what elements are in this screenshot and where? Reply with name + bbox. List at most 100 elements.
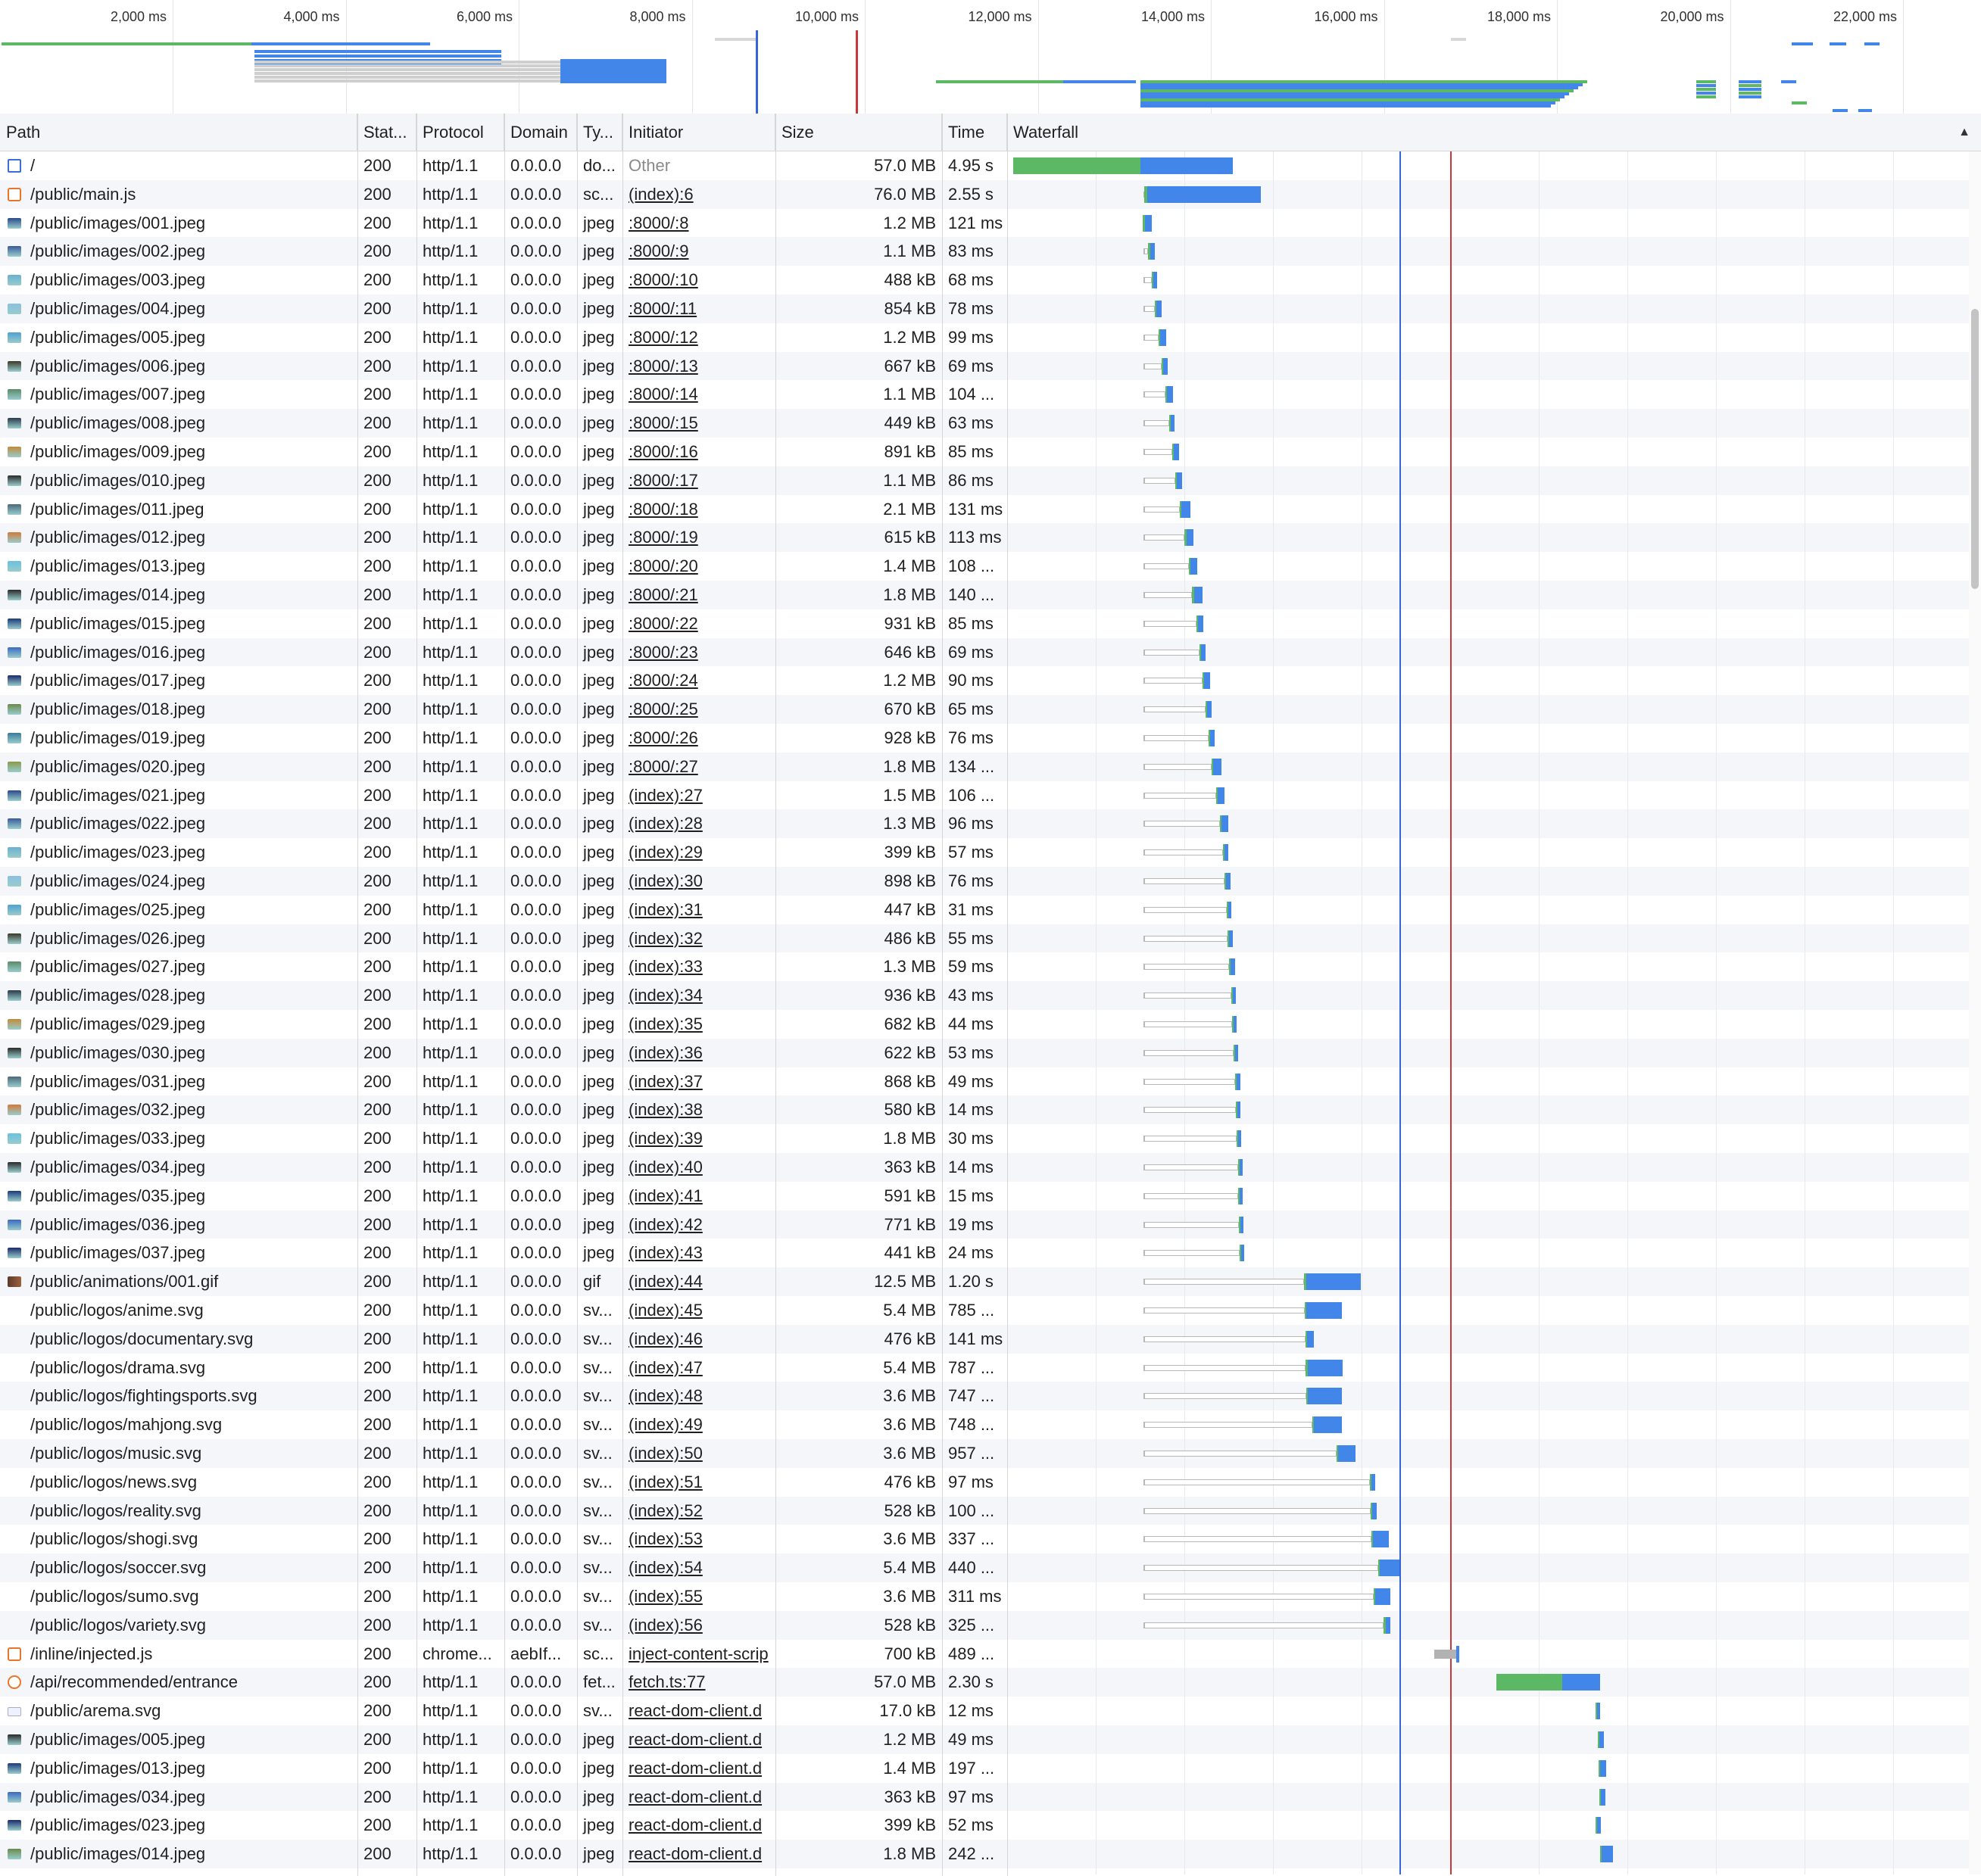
- column-header-time[interactable]: Time: [942, 114, 1007, 151]
- column-divider[interactable]: [577, 114, 578, 1876]
- cell-path: /public/logos/fightingsports.svg: [30, 1386, 257, 1406]
- cell-initiator[interactable]: (index):35: [622, 1010, 775, 1039]
- cell-initiator[interactable]: :8000/:23: [622, 638, 775, 667]
- column-header-waterfall[interactable]: Waterfall: [1007, 114, 1981, 151]
- cell-initiator[interactable]: (index):39: [622, 1124, 775, 1153]
- waterfall-waiting-segment: [1013, 157, 1141, 174]
- cell-protocol: http/1.1: [423, 1158, 479, 1176]
- cell-initiator[interactable]: (index):49: [622, 1410, 775, 1439]
- cell-status: 200: [363, 1042, 392, 1062]
- column-header-path[interactable]: Path: [0, 114, 357, 151]
- cell-initiator[interactable]: react-dom-client.d: [622, 1783, 775, 1812]
- column-header-domain[interactable]: Domain: [504, 114, 577, 151]
- cell-path: /public/animations/001.gif: [30, 1272, 219, 1292]
- cell-time: 12 ms: [948, 1701, 994, 1721]
- cell-initiator[interactable]: (index):6: [622, 180, 775, 209]
- cell-initiator[interactable]: :8000/:16: [622, 438, 775, 466]
- cell-initiator[interactable]: :8000/:17: [622, 466, 775, 495]
- cell-initiator[interactable]: react-dom-client.d: [622, 1754, 775, 1783]
- column-divider[interactable]: [416, 114, 417, 1876]
- cell-initiator[interactable]: (index):28: [622, 809, 775, 838]
- cell-initiator[interactable]: (index):42: [622, 1211, 775, 1239]
- cell-initiator[interactable]: (index):56: [622, 1611, 775, 1640]
- cell-initiator[interactable]: :8000/:19: [622, 523, 775, 552]
- cell-status: 200: [363, 986, 392, 1005]
- cell-initiator[interactable]: (index):52: [622, 1497, 775, 1525]
- cell-initiator[interactable]: (index):47: [622, 1354, 775, 1382]
- cell-initiator[interactable]: (index):27: [622, 781, 775, 810]
- cell-initiator[interactable]: :8000/:10: [622, 266, 775, 294]
- waterfall-queue-bar: [1143, 591, 1193, 598]
- cell-initiator[interactable]: (index):40: [622, 1153, 775, 1182]
- sort-ascending-icon[interactable]: ▲: [1958, 114, 1970, 151]
- cell-initiator[interactable]: (index):37: [622, 1067, 775, 1096]
- column-divider[interactable]: [504, 114, 505, 1876]
- cell-initiator[interactable]: (index):53: [622, 1525, 775, 1553]
- cell-initiator[interactable]: (index):34: [622, 981, 775, 1010]
- vertical-scrollbar[interactable]: [1969, 151, 1981, 1874]
- overview-request-bar: [1781, 80, 1796, 83]
- cell-initiator[interactable]: (index):41: [622, 1182, 775, 1211]
- cell-path: /public/logos/sumo.svg: [30, 1587, 199, 1606]
- cell-initiator[interactable]: fetch.ts:77: [622, 1668, 775, 1697]
- cell-initiator[interactable]: inject-content-scrip: [622, 1640, 775, 1669]
- cell-initiator[interactable]: :8000/:22: [622, 609, 775, 638]
- cell-initiator[interactable]: react-dom-client.d: [622, 1725, 775, 1754]
- cell-initiator[interactable]: :8000/:9: [622, 237, 775, 266]
- cell-initiator[interactable]: react-dom-client.d: [622, 1697, 775, 1725]
- overview-gridline: [1730, 0, 1731, 114]
- column-header-initiator[interactable]: Initiator: [622, 114, 775, 151]
- scrollbar-thumb[interactable]: [1971, 309, 1979, 589]
- cell-initiator[interactable]: :8000/:20: [622, 552, 775, 581]
- cell-initiator[interactable]: (index):43: [622, 1239, 775, 1267]
- cell-initiator[interactable]: :8000/:21: [622, 581, 775, 609]
- cell-time: 52 ms: [948, 1815, 994, 1835]
- column-header-size[interactable]: Size: [775, 114, 942, 151]
- cell-initiator[interactable]: :8000/:11: [622, 294, 775, 323]
- cell-initiator[interactable]: :8000/:13: [622, 352, 775, 381]
- cell-initiator[interactable]: :8000/:14: [622, 380, 775, 409]
- cell-initiator[interactable]: (index):30: [622, 867, 775, 896]
- cell-initiator[interactable]: :8000/:26: [622, 724, 775, 753]
- cell-initiator[interactable]: (index):46: [622, 1325, 775, 1354]
- column-header-type[interactable]: Ty...: [577, 114, 622, 151]
- column-divider[interactable]: [1007, 114, 1008, 1876]
- cell-initiator[interactable]: (index):51: [622, 1468, 775, 1497]
- cell-initiator[interactable]: react-dom-client.d: [622, 1840, 775, 1868]
- cell-initiator[interactable]: :8000/:27: [622, 753, 775, 781]
- cell-path: /public/logos/music.svg: [30, 1444, 202, 1463]
- cell-initiator[interactable]: :8000/:15: [622, 409, 775, 438]
- cell-initiator[interactable]: (index):45: [622, 1296, 775, 1325]
- cell-type: jpeg: [583, 1158, 615, 1176]
- cell-size: 2.1 MB: [883, 499, 936, 519]
- overview-request-bar: [1739, 92, 1761, 95]
- cell-initiator[interactable]: :8000/:25: [622, 695, 775, 724]
- waterfall-overview-timeline[interactable]: 2,000 ms 4,000 ms 6,000 ms 8,000 ms 10,000 m…: [0, 0, 1981, 114]
- cell-initiator[interactable]: (index):32: [622, 924, 775, 953]
- cell-initiator[interactable]: (index):48: [622, 1382, 775, 1410]
- cell-path: /public/logos/drama.svg: [30, 1357, 206, 1377]
- cell-initiator[interactable]: react-dom-client.d: [622, 1811, 775, 1840]
- cell-initiator[interactable]: (index):31: [622, 896, 775, 924]
- cell-initiator[interactable]: :8000/:12: [622, 323, 775, 352]
- cell-time: 197 ...: [948, 1758, 995, 1778]
- column-header-status[interactable]: Stat...: [357, 114, 416, 151]
- column-divider[interactable]: [357, 114, 358, 1876]
- cell-initiator[interactable]: (index):44: [622, 1267, 775, 1296]
- cell-initiator[interactable]: (index):50: [622, 1439, 775, 1468]
- image-file-icon: [8, 532, 21, 544]
- cell-initiator[interactable]: (index):38: [622, 1095, 775, 1124]
- cell-initiator[interactable]: :8000/:18: [622, 495, 775, 524]
- column-divider[interactable]: [622, 114, 623, 1876]
- cell-protocol: http/1.1: [423, 871, 479, 890]
- column-header-protocol[interactable]: Protocol: [416, 114, 504, 151]
- cell-initiator[interactable]: (index):33: [622, 952, 775, 981]
- cell-initiator[interactable]: :8000/:24: [622, 666, 775, 695]
- column-divider[interactable]: [942, 114, 943, 1876]
- cell-initiator[interactable]: (index):54: [622, 1553, 775, 1582]
- cell-initiator[interactable]: (index):29: [622, 838, 775, 867]
- cell-initiator[interactable]: (index):36: [622, 1039, 775, 1067]
- cell-initiator[interactable]: :8000/:8: [622, 209, 775, 238]
- column-divider[interactable]: [775, 114, 776, 1876]
- cell-initiator[interactable]: (index):55: [622, 1582, 775, 1611]
